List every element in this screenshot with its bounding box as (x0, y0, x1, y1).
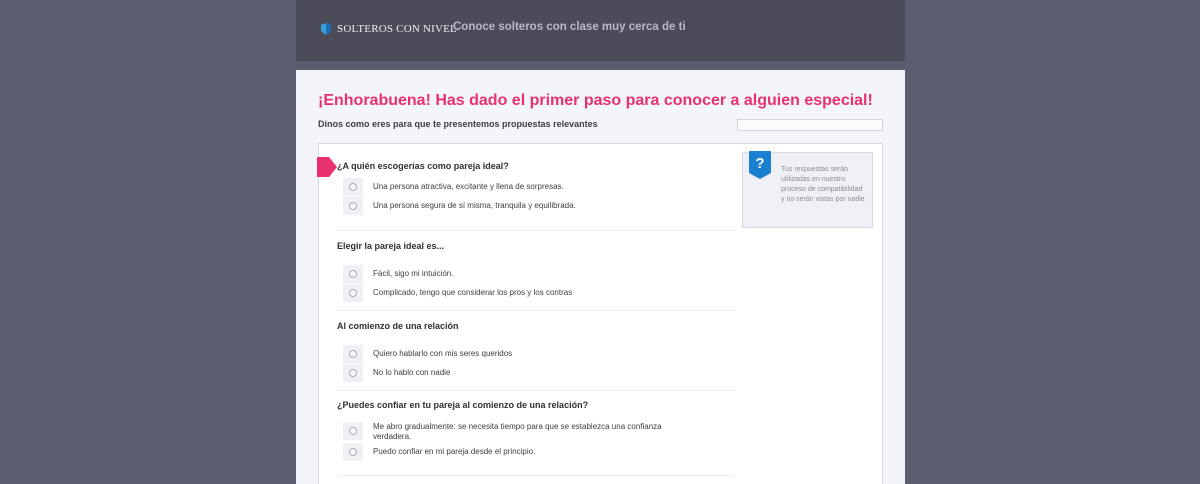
active-question-marker-icon (317, 157, 337, 177)
answer-label[interactable]: Complicado, tengo que considerar los pro… (373, 284, 693, 298)
answer-option[interactable]: Una persona segura de sí misma, tranquil… (343, 197, 735, 215)
answer-option[interactable]: Puedo confiar en mi pareja desde el prin… (343, 443, 735, 461)
answer-option[interactable]: Quiero hablarlo con mis seres queridos (343, 345, 735, 363)
radio-button[interactable] (343, 284, 363, 302)
heart-logo-icon (321, 23, 331, 35)
page-subtitle: Dinos como eres para que te presentemos … (318, 119, 598, 129)
radio-button[interactable] (343, 178, 363, 196)
answer-label[interactable]: Puedo confiar en mi pareja desde el prin… (373, 443, 693, 457)
radio-button[interactable] (343, 345, 363, 363)
question-block: ¿Puedes confiar en tu pareja al comienzo… (337, 400, 735, 476)
radio-button[interactable] (343, 265, 363, 283)
answer-label[interactable]: Una persona atractiva, excitante y llena… (373, 178, 693, 192)
radio-button[interactable] (343, 197, 363, 215)
radio-circle-icon (349, 270, 357, 278)
radio-circle-icon (349, 369, 357, 377)
question-title: ¿A quién escogerías como pareja ideal? (337, 161, 509, 171)
answer-label[interactable]: Quiero hablarlo con mis seres queridos (373, 345, 693, 359)
radio-button[interactable] (343, 422, 363, 440)
header-tagline: Conoce solteros con clase muy cerca de t… (453, 21, 686, 33)
question-title: ¿Puedes confiar en tu pareja al comienzo… (337, 400, 589, 410)
page-title: ¡Enhorabuena! Has dado el primer paso pa… (318, 92, 873, 109)
answer-option[interactable]: Me abro gradualmente: se necesita tiempo… (343, 422, 735, 442)
brand-logo[interactable]: SOLTEROS CON NIVEL (320, 21, 457, 37)
privacy-help-box: ? Tus respuestas serán utilizadas en nue… (742, 151, 873, 228)
radio-circle-icon (349, 202, 357, 210)
progress-bar (737, 119, 883, 131)
brand-name: SOLTEROS CON NIVEL (337, 23, 457, 35)
question-block: ¿A quién escogerías como pareja ideal? U… (337, 161, 735, 231)
answer-option[interactable]: Complicado, tengo que considerar los pro… (343, 284, 735, 302)
question-block: Al comienzo de una relación Quiero habla… (337, 321, 735, 391)
radio-button[interactable] (343, 443, 363, 461)
questions-card: ¿A quién escogerías como pareja ideal? U… (317, 143, 883, 484)
privacy-help-text: Tus respuestas serán utilizadas en nuest… (781, 166, 865, 203)
questionnaire-panel: ¡Enhorabuena! Has dado el primer paso pa… (296, 70, 905, 484)
answer-label[interactable]: Una persona segura de sí misma, tranquil… (373, 197, 693, 211)
question-mark-icon: ? (749, 151, 771, 179)
answer-option[interactable]: Fácil, sigo mi intuición. (343, 265, 735, 283)
question-block: Elegir la pareja ideal es... Fácil, sigo… (337, 241, 735, 311)
radio-circle-icon (349, 350, 357, 358)
help-badge-glyph: ? (755, 155, 764, 172)
question-title: Elegir la pareja ideal es... (337, 241, 445, 251)
radio-circle-icon (349, 427, 357, 435)
question-title: Al comienzo de una relación (337, 321, 459, 331)
radio-circle-icon (349, 183, 357, 191)
radio-circle-icon (349, 289, 357, 297)
answer-label[interactable]: Fácil, sigo mi intuición. (373, 265, 693, 279)
site-header: SOLTEROS CON NIVEL Conoce solteros con c… (296, 0, 905, 61)
answer-label[interactable]: No lo hablo con nadie (373, 364, 693, 378)
answer-option[interactable]: Una persona atractiva, excitante y llena… (343, 178, 735, 196)
answer-option[interactable]: No lo hablo con nadie (343, 364, 735, 382)
radio-button[interactable] (343, 364, 363, 382)
radio-circle-icon (349, 448, 357, 456)
answer-label[interactable]: Me abro gradualmente: se necesita tiempo… (373, 422, 693, 442)
